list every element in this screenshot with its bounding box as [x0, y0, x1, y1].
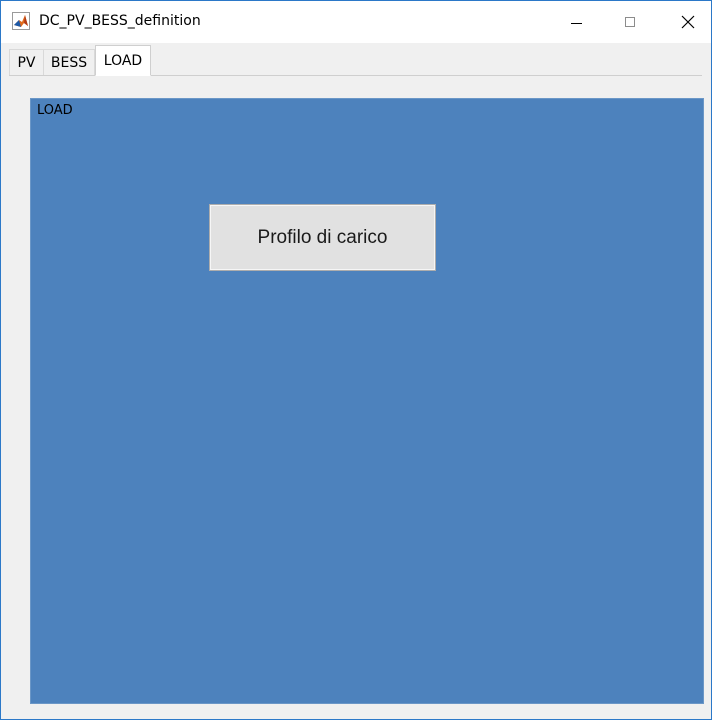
- profilo-di-carico-button[interactable]: Profilo di carico: [209, 204, 436, 271]
- maximize-button[interactable]: [607, 1, 653, 43]
- window-title: DC_PV_BESS_definition: [39, 13, 201, 29]
- profilo-di-carico-label: Profilo di carico: [257, 226, 388, 248]
- minimize-icon: [570, 22, 582, 24]
- load-panel: LOAD Profilo di carico: [30, 98, 704, 704]
- tab-load-label: LOAD: [103, 52, 143, 69]
- close-icon: [681, 15, 695, 29]
- tab-pv-label: PV: [17, 54, 36, 71]
- tab-pv[interactable]: PV: [9, 49, 43, 75]
- tab-bess[interactable]: BESS: [43, 49, 95, 75]
- tab-strip: PV BESS LOAD: [1, 43, 711, 76]
- matlab-icon: [12, 12, 30, 30]
- maximize-icon: [625, 17, 635, 27]
- tab-bess-label: BESS: [50, 54, 88, 71]
- title-bar[interactable]: DC_PV_BESS_definition: [1, 1, 711, 43]
- minimize-button[interactable]: [553, 1, 599, 43]
- tab-load[interactable]: LOAD: [95, 45, 151, 76]
- close-button[interactable]: [665, 1, 711, 43]
- panel-title: LOAD: [37, 103, 73, 118]
